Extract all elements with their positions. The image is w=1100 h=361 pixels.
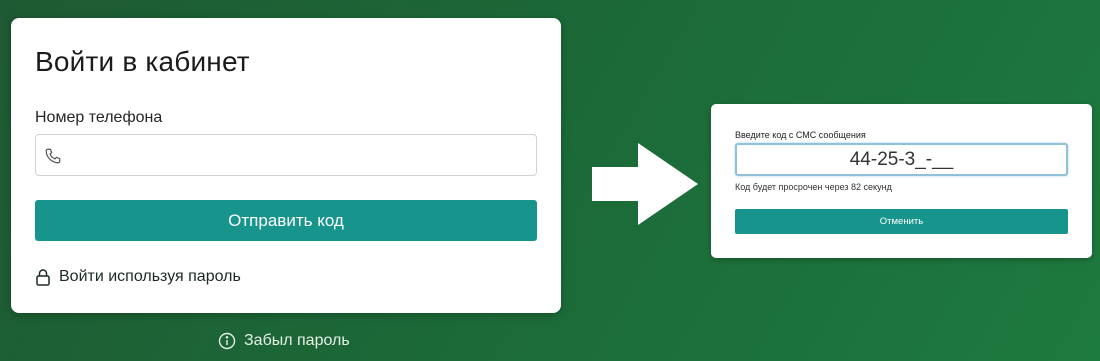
phone-input[interactable] <box>70 136 530 174</box>
arrow-right-icon <box>592 143 698 225</box>
phone-label: Номер телефона <box>35 109 163 126</box>
forgot-password-label: Забыл пароль <box>244 332 350 349</box>
login-card: Войти в кабинет Номер телефона Отправить… <box>11 18 561 313</box>
phone-icon <box>45 148 61 164</box>
sms-expiry-hint: Код будет просрочен через 82 секунд <box>735 182 892 192</box>
lock-icon <box>36 269 50 286</box>
forgot-password-link[interactable]: Забыл пароль <box>218 332 350 350</box>
cancel-button[interactable]: Отменить <box>735 209 1068 234</box>
sms-card: Введите код с СМС сообщения Код будет пр… <box>711 104 1092 258</box>
sms-code-input[interactable] <box>737 145 1066 174</box>
phone-field[interactable] <box>35 134 537 176</box>
sms-code-label: Введите код с СМС сообщения <box>735 130 866 140</box>
login-with-password-link[interactable]: Войти используя пароль <box>35 268 241 286</box>
page-title: Войти в кабинет <box>35 46 250 77</box>
send-code-button[interactable]: Отправить код <box>35 200 537 241</box>
login-with-password-label: Войти используя пароль <box>59 268 241 285</box>
sms-code-field[interactable] <box>735 143 1068 176</box>
info-icon <box>218 332 236 350</box>
